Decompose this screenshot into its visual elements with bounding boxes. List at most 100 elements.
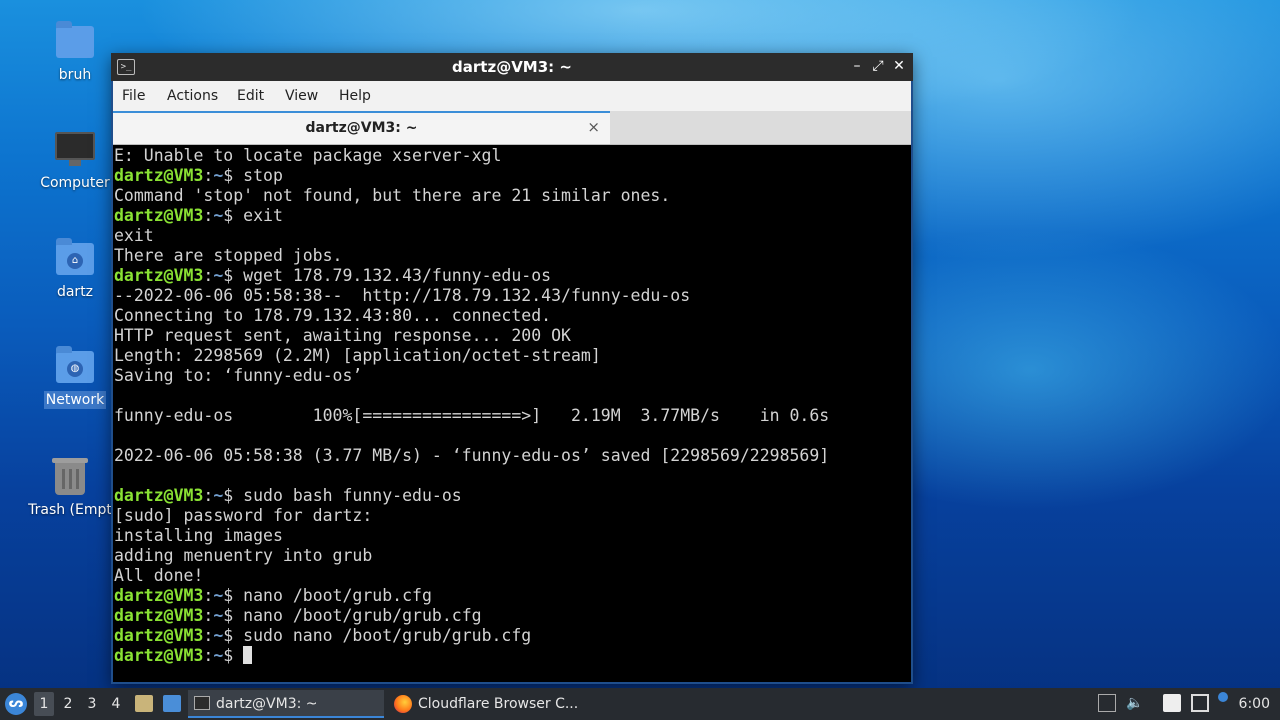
network-status-icon[interactable]: [1191, 694, 1209, 712]
prompt-user: dartz@VM3: [114, 646, 204, 665]
show-desktop-icon[interactable]: [163, 695, 181, 712]
menu-edit[interactable]: Edit: [237, 88, 264, 104]
window-titlebar[interactable]: >_ dartz@VM3: ~ – ⤢ ✕: [111, 53, 913, 81]
terminal-lines: E: Unable to locate package xserver-xgl d…: [114, 146, 829, 666]
output-text: exit: [114, 226, 154, 245]
terminal-line: dartz@VM3:~$ exit: [114, 206, 829, 226]
tab-close-icon[interactable]: ×: [587, 118, 600, 136]
menu-actions[interactable]: Actions: [167, 88, 218, 104]
prompt-symbol: $: [223, 486, 244, 505]
desktop-icon-computer[interactable]: Computer: [25, 128, 125, 192]
desktop-icon-trash[interactable]: Trash (Empt: [20, 455, 120, 519]
clock[interactable]: 6:00: [1239, 688, 1270, 720]
workspace-4[interactable]: 4: [106, 692, 126, 716]
desktop-icon-label: bruh: [58, 67, 92, 83]
terminal-output[interactable]: E: Unable to locate package xserver-xgl d…: [113, 145, 911, 682]
terminal-line: 2022-06-06 05:58:38 (3.77 MB/s) - ‘funny…: [114, 446, 829, 466]
command-text: sudo bash funny-edu-os: [243, 486, 462, 505]
firefox-icon: [394, 695, 412, 713]
update-icon[interactable]: [1218, 692, 1228, 702]
terminal-line: adding menuentry into grub: [114, 546, 829, 566]
task-label: Cloudflare Browser C...: [418, 696, 579, 712]
notification-icon[interactable]: [1098, 694, 1116, 712]
prompt-user: dartz@VM3: [114, 606, 204, 625]
terminal-line: dartz@VM3:~$ nano /boot/grub/grub.cfg: [114, 606, 829, 626]
prompt-user: dartz@VM3: [114, 586, 204, 605]
trash-icon: [49, 455, 91, 497]
prompt-user: dartz@VM3: [114, 166, 204, 185]
prompt-user: dartz@VM3: [114, 626, 204, 645]
command-text: stop: [243, 166, 283, 185]
output-text: adding menuentry into grub: [114, 546, 373, 565]
clipboard-icon[interactable]: [1163, 694, 1181, 712]
output-text: There are stopped jobs.: [114, 246, 343, 265]
terminal-line: dartz@VM3:~$ sudo bash funny-edu-os: [114, 486, 829, 506]
prompt-path: ~: [213, 486, 224, 505]
terminal-cursor: [243, 646, 253, 664]
output-text: Saving to: ‘funny-edu-os’: [114, 366, 363, 385]
prompt-path: ~: [213, 266, 224, 285]
prompt-separator: :: [203, 486, 214, 505]
window-title: dartz@VM3: ~: [452, 58, 572, 76]
prompt-path: ~: [213, 606, 224, 625]
desktop-icon-network[interactable]: ◍ Network: [25, 345, 125, 409]
prompt-separator: :: [203, 206, 214, 225]
minimize-button[interactable]: –: [848, 57, 866, 75]
prompt-separator: :: [203, 586, 214, 605]
prompt-symbol: $: [223, 586, 244, 605]
prompt-user: dartz@VM3: [114, 266, 204, 285]
terminal-line: dartz@VM3:~$ nano /boot/grub.cfg: [114, 586, 829, 606]
prompt-separator: :: [203, 606, 214, 625]
terminal-line: Length: 2298569 (2.2M) [application/octe…: [114, 346, 829, 366]
home-folder-icon: ⌂: [54, 237, 96, 279]
prompt-path: ~: [213, 206, 224, 225]
menu-file[interactable]: File: [122, 88, 145, 104]
computer-icon: [54, 128, 96, 170]
terminal-line: Saving to: ‘funny-edu-os’: [114, 366, 829, 386]
desktop-icon-bruh[interactable]: bruh: [25, 20, 125, 84]
tab-terminal[interactable]: dartz@VM3: ~ ×: [113, 111, 610, 144]
command-text: nano /boot/grub.cfg: [243, 586, 432, 605]
terminal-icon: [194, 696, 210, 710]
maximize-button[interactable]: ⤢: [869, 57, 887, 75]
prompt-symbol: $: [223, 166, 244, 185]
command-text: wget 178.79.132.43/funny-edu-os: [243, 266, 552, 285]
workspace-1[interactable]: 1: [34, 692, 54, 716]
volume-icon[interactable]: 🔈: [1126, 694, 1144, 712]
desktop-icon-label: Trash (Empt: [28, 502, 112, 518]
close-button[interactable]: ✕: [890, 57, 908, 75]
workspace-2[interactable]: 2: [58, 692, 78, 716]
start-menu-button[interactable]: ᔕ: [5, 693, 27, 715]
file-manager-icon[interactable]: [135, 695, 153, 712]
prompt-separator: :: [203, 646, 214, 665]
terminal-line: HTTP request sent, awaiting response... …: [114, 326, 829, 346]
terminal-line: All done!: [114, 566, 829, 586]
menu-help[interactable]: Help: [339, 88, 371, 104]
output-text: HTTP request sent, awaiting response... …: [114, 326, 571, 345]
workspace-3[interactable]: 3: [82, 692, 102, 716]
terminal-line: Command 'stop' not found, but there are …: [114, 186, 829, 206]
terminal-line: installing images: [114, 526, 829, 546]
prompt-path: ~: [213, 626, 224, 645]
terminal-line: exit: [114, 226, 829, 246]
command-text: exit: [243, 206, 283, 225]
desktop-icon-label: Network: [43, 391, 107, 409]
command-text: sudo nano /boot/grub/grub.cfg: [243, 626, 532, 645]
task-browser[interactable]: Cloudflare Browser C...: [388, 690, 588, 718]
menubar: File Actions Edit View Help: [113, 81, 911, 111]
terminal-line: --2022-06-06 05:58:38-- http://178.79.13…: [114, 286, 829, 306]
terminal-line: Connecting to 178.79.132.43:80... connec…: [114, 306, 829, 326]
folder-icon: [54, 20, 96, 62]
desktop-icon-label: dartz: [56, 284, 94, 300]
tab-title: dartz@VM3: ~: [305, 120, 418, 136]
task-terminal[interactable]: dartz@VM3: ~: [188, 690, 384, 718]
command-text: nano /boot/grub/grub.cfg: [243, 606, 482, 625]
terminal-line: dartz@VM3:~$ stop: [114, 166, 829, 186]
output-text: [sudo] password for dartz:: [114, 506, 373, 525]
output-text: funny-edu-os 100%[================>] 2.1…: [114, 406, 830, 425]
terminal-window: >_ dartz@VM3: ~ – ⤢ ✕ File Actions Edit …: [111, 53, 913, 684]
menu-view[interactable]: View: [285, 88, 318, 104]
terminal-line: There are stopped jobs.: [114, 246, 829, 266]
desktop-icon-dartz[interactable]: ⌂ dartz: [25, 237, 125, 301]
